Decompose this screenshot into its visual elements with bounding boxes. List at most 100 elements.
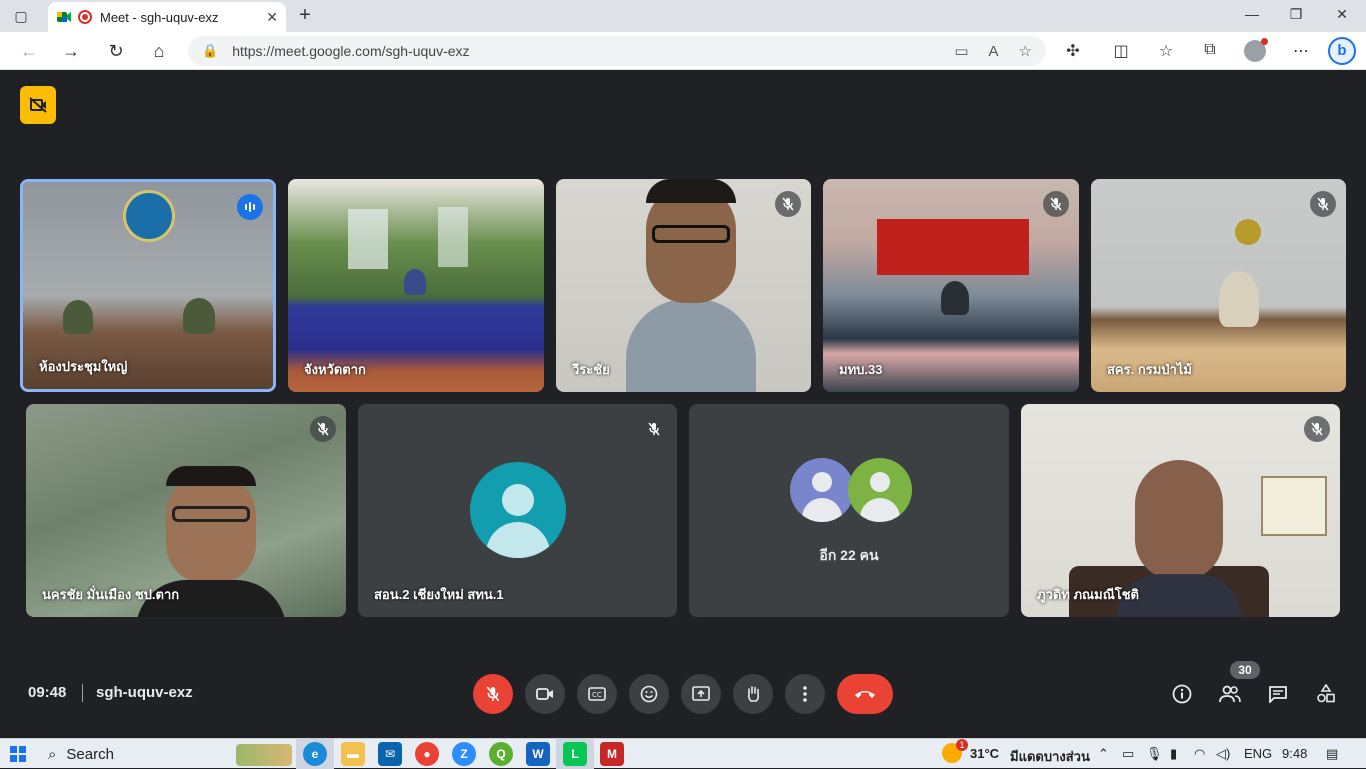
language-indicator[interactable]: ENG — [1244, 746, 1272, 761]
people-button[interactable] — [1216, 680, 1244, 708]
meet-stage: ห้องประชุมใหญ่ จังหวัดตาก วีระชัย มทบ.33… — [4, 70, 1362, 734]
mic-off-icon — [310, 416, 336, 442]
captions-button[interactable]: CC — [577, 674, 617, 714]
participant-tile[interactable]: ภูวดิท ภณมณีโชติ — [1021, 404, 1340, 617]
favorite-star-icon[interactable]: ☆ — [1019, 42, 1032, 60]
divider — [82, 684, 83, 702]
participant-shirt — [626, 299, 756, 392]
file-explorer-icon[interactable]: ▬ — [341, 742, 365, 766]
participant-figure — [1219, 271, 1259, 327]
avatar-body — [802, 498, 842, 522]
home-icon[interactable]: ⌂ — [148, 40, 170, 62]
raise-hand-button[interactable] — [733, 674, 773, 714]
meeting-details-button[interactable] — [1168, 680, 1196, 708]
extensions-icon[interactable]: ✣ — [1062, 41, 1084, 61]
participant-count-badge: 30 — [1230, 661, 1260, 679]
favorites-icon[interactable]: ☆ — [1155, 41, 1177, 61]
zoom-app-icon[interactable]: Z — [452, 742, 476, 766]
camera-toggle-button[interactable] — [525, 674, 565, 714]
more-options-button[interactable] — [785, 674, 825, 714]
svg-text:CC: CC — [592, 691, 602, 699]
tab-actions-icon[interactable]: ▢ — [8, 6, 34, 26]
participant-tile[interactable]: ห้องประชุมใหญ่ — [20, 179, 276, 392]
reactions-button[interactable] — [629, 674, 669, 714]
hand-icon — [747, 686, 760, 702]
others-count-label: อีก 22 คน — [819, 547, 879, 563]
chrome-app-icon[interactable]: ● — [415, 742, 439, 766]
profile-avatar[interactable] — [1244, 38, 1268, 62]
glasses — [652, 225, 730, 243]
participant-tile[interactable]: นครชัย มั่นเมือง ชป.ตาก — [26, 404, 346, 617]
avatar-head — [502, 484, 534, 516]
camera-icon[interactable]: ▭ — [954, 42, 968, 60]
meet-tray-icon[interactable]: ▭ — [1122, 746, 1134, 762]
taskbar-clock[interactable]: 9:48 — [1282, 746, 1307, 761]
minimize-button[interactable]: — — [1242, 6, 1262, 22]
close-tab-icon[interactable]: ✕ — [266, 9, 278, 26]
more-menu-icon[interactable]: ⋯ — [1290, 41, 1312, 61]
no-video-icon[interactable] — [20, 86, 56, 124]
battery-icon[interactable]: ▮ — [1170, 746, 1177, 762]
participant-tile[interactable]: มทบ.33 — [823, 179, 1079, 392]
wifi-icon[interactable]: ◠ — [1194, 746, 1205, 762]
back-icon[interactable]: ← — [18, 40, 40, 62]
browser-tab[interactable]: Meet - sgh-uquv-exz ✕ — [48, 2, 286, 32]
meeting-time: 09:48 — [28, 684, 67, 701]
meeting-code: sgh-uquv-exz — [96, 684, 193, 701]
wall-picture — [1261, 476, 1327, 536]
participant-tile[interactable]: สคร. กรมป่าไม้ — [1091, 179, 1346, 392]
collections-icon[interactable]: ⧉ — [1199, 41, 1221, 59]
url-text[interactable]: https://meet.google.com/sgh-uquv-exz — [232, 43, 934, 59]
weather-description[interactable]: มีแดดบางส่วน — [1010, 746, 1090, 767]
participant-tile[interactable]: วีระชัย — [556, 179, 811, 392]
chevron-up-icon[interactable]: ⌃ — [1098, 746, 1109, 762]
notifications-icon[interactable]: ▤ — [1326, 746, 1338, 762]
mic-toggle-button[interactable] — [473, 674, 513, 714]
weather-icon[interactable] — [942, 739, 968, 763]
new-tab-button[interactable]: + — [294, 4, 316, 27]
participant-name: สคร. กรมป่าไม้ — [1107, 362, 1192, 377]
maximize-button[interactable]: ❐ — [1286, 6, 1306, 23]
waterfall-backdrop — [438, 207, 468, 267]
participant-tile[interactable]: จังหวัดตาก — [288, 179, 544, 392]
activities-button[interactable] — [1312, 680, 1340, 708]
participant-avatar — [470, 462, 566, 558]
avatar-body — [860, 498, 900, 522]
microphone-icon[interactable]: 🎙 — [1146, 746, 1163, 762]
participant-figure — [404, 269, 426, 295]
forward-icon[interactable]: → — [60, 40, 82, 62]
mcafee-app-icon[interactable]: M — [600, 742, 624, 766]
recording-icon — [78, 10, 92, 24]
window-close-button[interactable]: ✕ — [1332, 6, 1352, 23]
address-bar[interactable]: 🔒 https://meet.google.com/sgh-uquv-exz ▭… — [188, 36, 1046, 66]
qgis-app-icon[interactable]: Q — [489, 742, 513, 766]
bing-icon[interactable]: b — [1328, 37, 1356, 65]
webex-app-icon[interactable]: W — [526, 742, 550, 766]
avatar-body — [486, 522, 550, 558]
line-app-icon[interactable]: L — [563, 742, 587, 766]
others-tile[interactable]: อีก 22 คน — [689, 404, 1009, 617]
leave-call-button[interactable] — [837, 674, 893, 714]
search-highlight-image — [236, 744, 292, 766]
participant-figure — [63, 300, 93, 334]
chat-button[interactable] — [1264, 680, 1292, 708]
participant-hair — [646, 179, 736, 203]
weather-temperature[interactable]: 31°C — [970, 746, 999, 761]
taskbar-search[interactable]: ⌕ Search — [40, 741, 294, 767]
present-screen-button[interactable] — [681, 674, 721, 714]
split-screen-icon[interactable]: ◫ — [1110, 41, 1132, 61]
edge-app-icon[interactable]: e — [303, 742, 327, 766]
read-aloud-icon[interactable]: A — [989, 43, 999, 60]
mail-app-icon[interactable]: ✉ — [378, 742, 402, 766]
windows-start-icon[interactable] — [10, 746, 26, 762]
lock-icon[interactable]: 🔒 — [202, 43, 218, 59]
participant-tile[interactable]: สอน.2 เชียงใหม่ สทน.1 — [358, 404, 677, 617]
emblem-logo — [123, 190, 175, 242]
volume-icon[interactable]: ◁) — [1216, 746, 1230, 762]
refresh-icon[interactable]: ↻ — [105, 40, 127, 62]
mic-off-icon — [1304, 416, 1330, 442]
participant-name: นครชัย มั่นเมือง ชป.ตาก — [42, 587, 180, 602]
glasses — [172, 506, 250, 522]
mic-off-icon — [641, 416, 667, 442]
participant-face — [1135, 460, 1223, 580]
